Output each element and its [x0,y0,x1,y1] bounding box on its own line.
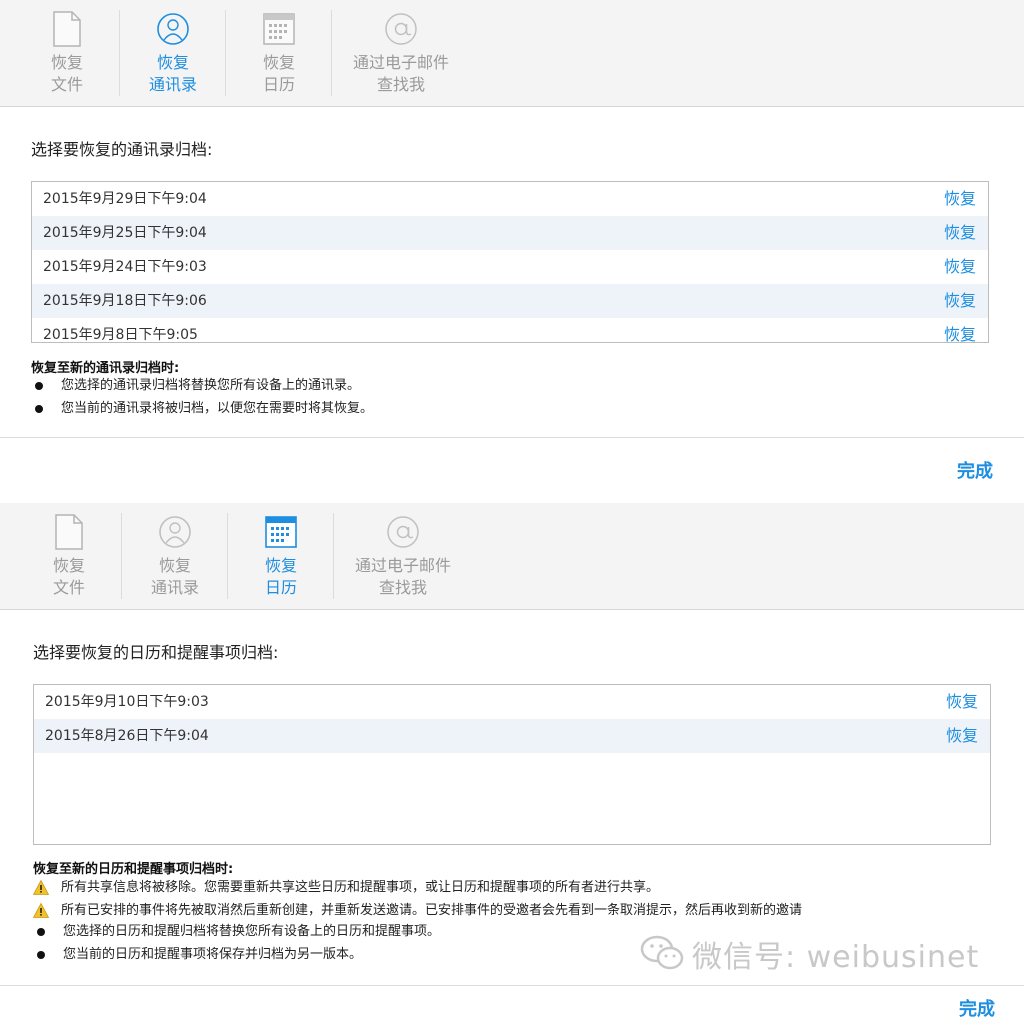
tab-label: 通过电子邮件 查找我 [352,53,449,94]
note-title: 恢复至新的日历和提醒事项归档时: [33,862,234,877]
tab-label: 通过电子邮件 查找我 [354,556,451,597]
calendar-icon [265,516,297,548]
tab-label: 恢复 通讯录 [148,53,197,94]
divider [225,10,226,96]
archive-date: 2015年9月25日下午9:04 [43,225,207,241]
restore-link[interactable]: 恢复 [944,250,976,284]
tab-find-me-by-email[interactable]: 通过电子邮件 查找我 [333,0,469,106]
document-icon [55,514,83,550]
list-item: 2015年9月8日下午9:05 恢复 [32,318,988,343]
watermark-text: 微信号: weibusinet [692,940,980,975]
bullet-icon [37,951,45,959]
divider [121,513,122,599]
note-title: 恢复至新的通讯录归档时: [31,361,180,376]
watermark: 微信号: weibusinet [640,930,1000,978]
archive-list[interactable]: 2015年9月10日下午9:03 恢复 2015年8月26日下午9:04 恢复 [33,684,991,845]
bullet-icon [35,382,43,390]
tab-restore-files[interactable]: 恢复 文件 [17,503,121,609]
archive-date: 2015年9月29日下午9:04 [43,191,207,207]
bullet-icon [37,928,45,936]
list-item: 2015年9月25日下午9:04 恢复 [32,216,988,250]
tab-restore-files[interactable]: 恢复 文件 [15,0,119,106]
archive-date: 2015年9月10日下午9:03 [45,694,209,710]
wechat-icon [640,935,684,970]
list-item: 2015年8月26日下午9:04 恢复 [34,719,990,753]
divider [331,10,332,96]
toolbar-top: 恢复 文件 恢复 通讯录 恢复 日历 通过电子邮件 查找我 [0,0,1024,107]
at-icon [385,13,417,45]
tab-label: 恢复 文件 [52,556,85,597]
done-button[interactable]: 完成 [957,457,993,483]
restore-link[interactable]: 恢复 [946,719,978,753]
at-icon [387,516,419,548]
restore-link[interactable]: 恢复 [944,284,976,318]
done-button[interactable]: 完成 [959,995,995,1021]
tab-restore-calendar[interactable]: 恢复 日历 [227,0,331,106]
archive-date: 2015年8月26日下午9:04 [45,728,209,744]
archive-date: 2015年9月24日下午9:03 [43,259,207,275]
calendar-icon [263,13,295,45]
warning-icon [33,903,49,918]
list-item: 2015年9月18日下午9:06 恢复 [32,284,988,318]
archive-date: 2015年9月18日下午9:06 [43,293,207,309]
tab-label: 恢复 日历 [264,556,297,597]
list-item: 2015年9月24日下午9:03 恢复 [32,250,988,284]
restore-link[interactable]: 恢复 [944,318,976,342]
archive-list[interactable]: 2015年9月29日下午9:04 恢复 2015年9月25日下午9:04 恢复 20… [31,181,989,343]
section-title: 选择要恢复的通讯录归档: [31,140,213,159]
list-item: 2015年9月10日下午9:03 恢复 [34,685,990,719]
contact-icon [159,516,191,548]
restore-link[interactable]: 恢复 [944,216,976,250]
tab-label: 恢复 日历 [262,53,295,94]
restore-link[interactable]: 恢复 [944,182,976,216]
toolbar-bottom: 恢复 文件 恢复 通讯录 恢复 日历 通过电子邮件 查找我 [0,503,1024,610]
tab-find-me-by-email[interactable]: 通过电子邮件 查找我 [335,503,471,609]
divider [119,10,120,96]
contact-icon [157,13,189,45]
tab-restore-calendar[interactable]: 恢复 日历 [229,503,333,609]
bullet-icon [35,405,43,413]
restore-link[interactable]: 恢复 [946,685,978,719]
footer-divider [0,985,1024,986]
tab-label: 恢复 通讯录 [150,556,199,597]
divider [333,513,334,599]
tab-restore-contacts[interactable]: 恢复 通讯录 [123,503,227,609]
section-title: 选择要恢复的日历和提醒事项归档: [33,643,279,662]
divider [227,513,228,599]
archive-date: 2015年9月8日下午9:05 [43,327,198,343]
warning-icon [33,880,49,895]
tab-label: 恢复 文件 [50,53,83,94]
tab-restore-contacts[interactable]: 恢复 通讯录 [121,0,225,106]
list-item: 2015年9月29日下午9:04 恢复 [32,182,988,216]
document-icon [53,11,81,47]
footer-divider [0,437,1024,438]
